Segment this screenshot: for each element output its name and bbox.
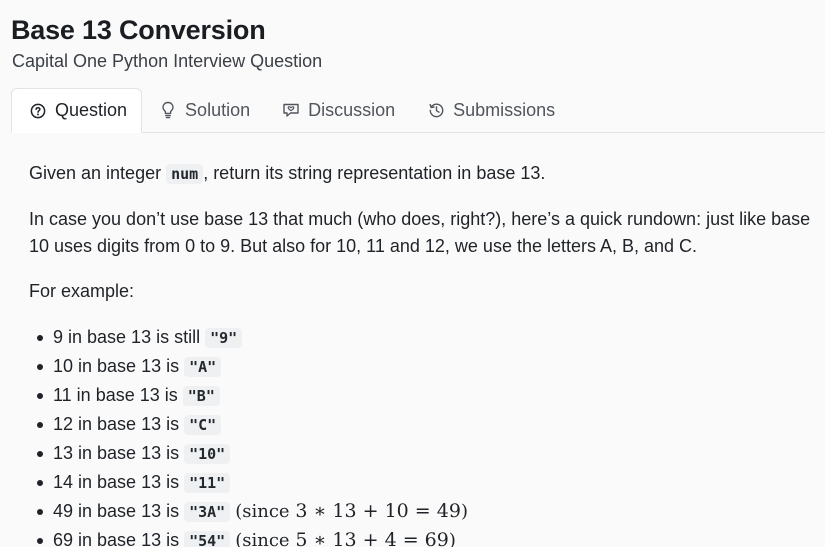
list-item: 49 in base 13 is "3A" (since 3 ∗ 13 + 10… xyxy=(37,497,819,526)
list-item: 69 in base 13 is "54" (since 5 ∗ 13 + 4 … xyxy=(37,526,819,547)
page-subtitle: Capital One Python Interview Question xyxy=(12,51,323,71)
inline-code: "B" xyxy=(182,386,220,406)
tab-bar: Question Solution Discussion Submissions xyxy=(11,88,825,133)
page-title: Base 13 Conversion xyxy=(11,15,266,45)
inline-code: "10" xyxy=(184,444,231,464)
list-item: 13 in base 13 is "10" xyxy=(37,439,819,468)
question-content: Given an integer num, return its string … xyxy=(29,160,819,547)
list-item: 14 in base 13 is "11" xyxy=(37,468,819,497)
example-heading: For example: xyxy=(29,281,135,301)
list-item: 9 in base 13 is still "9" xyxy=(37,323,819,352)
inline-code: "11" xyxy=(184,473,231,493)
history-icon xyxy=(427,101,445,119)
inline-code: "9" xyxy=(205,328,243,348)
list-item: 11 in base 13 is "B" xyxy=(37,381,819,410)
tab-label: Discussion xyxy=(308,99,396,120)
math-expression: 3 ∗ 13 + 10 = 49 xyxy=(295,500,461,522)
tab-label: Submissions xyxy=(453,99,556,120)
example-list: 9 in base 13 is still "9" 10 in base 13 … xyxy=(29,323,819,547)
inline-code: num xyxy=(166,164,204,184)
inline-code: "C" xyxy=(184,415,222,435)
tab-discussion[interactable]: Discussion xyxy=(265,88,410,132)
tab-label: Solution xyxy=(185,99,251,120)
inline-code: "3A" xyxy=(184,502,231,522)
inline-code: "A" xyxy=(184,357,222,377)
list-item: 10 in base 13 is "A" xyxy=(37,352,819,381)
tab-solution[interactable]: Solution xyxy=(142,88,265,132)
explanation-paragraph: In case you don’t use base 13 that much … xyxy=(29,209,811,256)
page: Base 13 Conversion Capital One Python In… xyxy=(0,0,825,547)
lightbulb-icon xyxy=(159,101,177,119)
chat-icon xyxy=(282,101,300,119)
tab-submissions[interactable]: Submissions xyxy=(410,88,570,132)
tab-label: Question xyxy=(55,100,128,120)
tab-question[interactable]: Question xyxy=(11,88,143,133)
list-item: 12 in base 13 is "C" xyxy=(37,410,819,439)
inline-code: "54" xyxy=(184,531,231,547)
math-expression: 5 ∗ 13 + 4 = 69 xyxy=(295,529,449,547)
question-circle-icon xyxy=(29,102,47,120)
problem-statement: Given an integer num, return its string … xyxy=(29,163,546,184)
